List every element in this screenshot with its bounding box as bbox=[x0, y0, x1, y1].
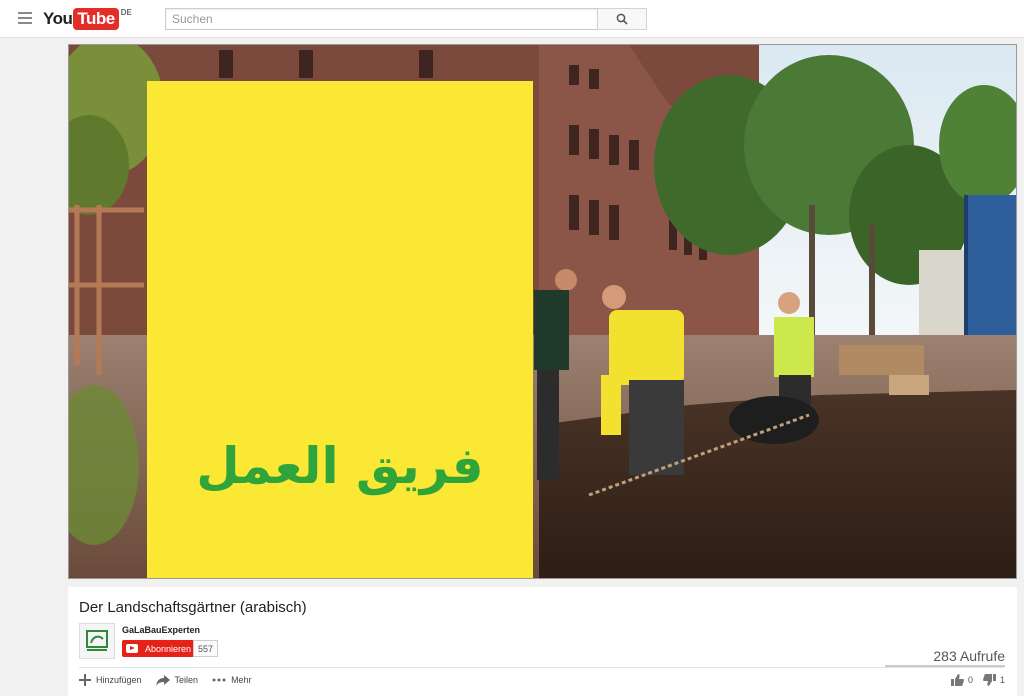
search-button[interactable] bbox=[597, 8, 647, 30]
subscribe-button[interactable]: Abonnieren bbox=[122, 640, 198, 657]
like-button[interactable]: 0 bbox=[950, 674, 973, 686]
youtube-play-icon bbox=[126, 644, 138, 653]
video-info-card: Der Landschaftsgärtner (arabisch) GaLaBa… bbox=[68, 587, 1017, 696]
add-to-label: Hinzufügen bbox=[96, 675, 142, 685]
channel-avatar[interactable] bbox=[79, 623, 115, 659]
subscribe-label: Abonnieren bbox=[145, 643, 192, 654]
more-label: Mehr bbox=[231, 675, 252, 685]
overlay-title: فريق العمل bbox=[196, 437, 484, 495]
channel-name[interactable]: GaLaBauExperten bbox=[122, 625, 200, 635]
dislike-count: 1 bbox=[999, 675, 1005, 685]
action-bar: Hinzufügen Teilen Mehr bbox=[79, 674, 252, 686]
add-icon bbox=[79, 674, 91, 686]
channel-logo-icon bbox=[86, 630, 108, 651]
divider bbox=[79, 667, 1004, 668]
video-title: Der Landschaftsgärtner (arabisch) bbox=[79, 599, 307, 616]
title-card-overlay: فريق العمل bbox=[147, 81, 533, 578]
thumbs-up-icon bbox=[950, 674, 964, 686]
share-label: Teilen bbox=[174, 675, 199, 685]
search-input[interactable] bbox=[165, 8, 598, 30]
add-to-button[interactable]: Hinzufügen bbox=[79, 674, 142, 686]
like-count: 0 bbox=[967, 675, 973, 685]
logo-country-code: DE bbox=[120, 8, 132, 17]
more-icon bbox=[212, 678, 226, 682]
view-count: 283 Aufrufe bbox=[933, 648, 1005, 664]
search-icon bbox=[616, 13, 628, 25]
menu-icon[interactable] bbox=[18, 12, 32, 24]
thumbs-down-icon bbox=[983, 674, 996, 686]
share-icon bbox=[155, 674, 170, 686]
more-button[interactable]: Mehr bbox=[212, 675, 252, 685]
dislike-button[interactable]: 1 bbox=[983, 674, 1005, 686]
masthead: You Tube DE bbox=[0, 0, 1024, 38]
rating-bar: 0 1 bbox=[950, 674, 1005, 686]
logo-tube-text: Tube bbox=[73, 8, 119, 30]
video-player[interactable]: فريق العمل bbox=[68, 44, 1017, 579]
subscriber-count: 557 bbox=[193, 640, 219, 657]
youtube-logo[interactable]: You Tube DE bbox=[43, 8, 132, 30]
share-button[interactable]: Teilen bbox=[155, 674, 199, 686]
logo-you-text: You bbox=[43, 9, 73, 28]
